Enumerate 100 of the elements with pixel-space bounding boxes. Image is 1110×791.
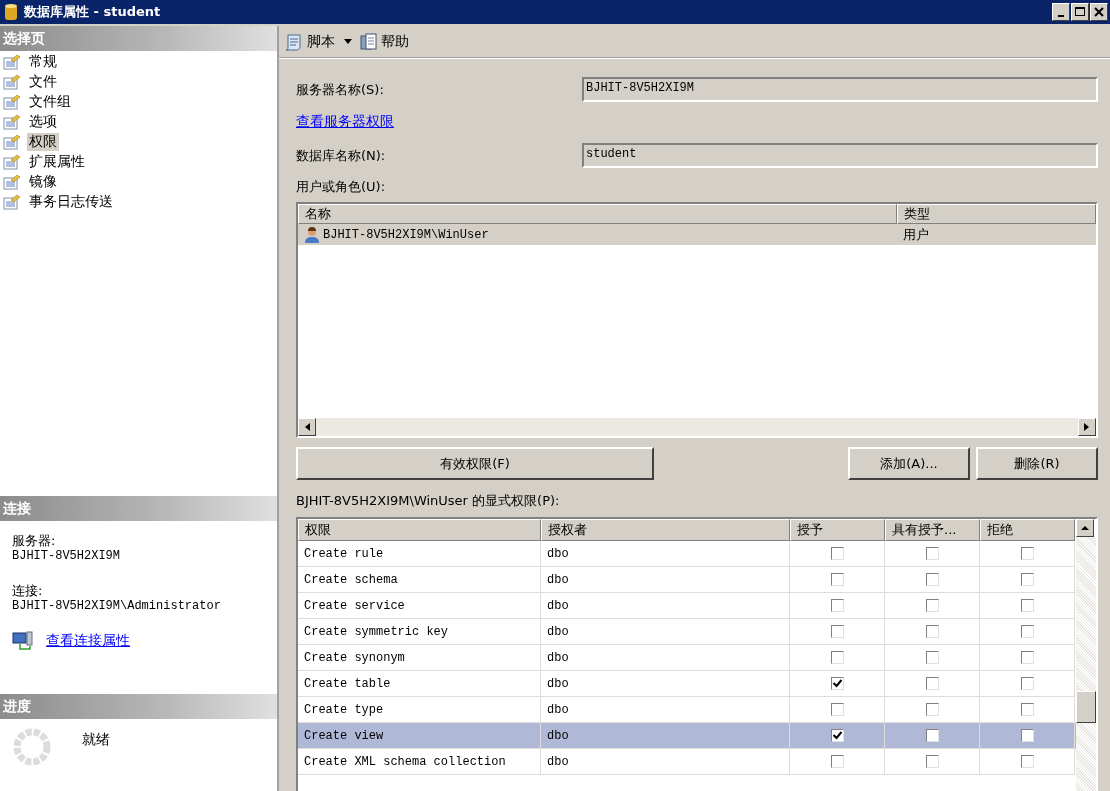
page-icon [3, 154, 21, 170]
sidebar-item[interactable]: 扩展属性 [27, 153, 87, 171]
permission-cell: Create symmetric key [298, 619, 541, 645]
grantor-cell: dbo [541, 619, 790, 645]
close-icon [1094, 7, 1104, 17]
sidebar-item[interactable]: 文件组 [27, 93, 73, 111]
checkbox[interactable] [925, 625, 939, 638]
checkbox[interactable] [830, 573, 844, 586]
grantor-cell: dbo [541, 749, 790, 775]
checkbox[interactable] [1020, 547, 1034, 560]
connection-label: 连接: [12, 583, 43, 599]
page-icon [3, 194, 21, 210]
checkbox[interactable] [925, 599, 939, 612]
spinner-icon [12, 727, 52, 767]
column-header[interactable]: 名称 [298, 204, 897, 224]
close-button[interactable] [1090, 3, 1108, 21]
maximize-button[interactable] [1071, 3, 1089, 21]
column-header[interactable]: 类型 [897, 204, 1096, 224]
up-arrow-icon [1081, 525, 1089, 531]
permission-cell: Create table [298, 671, 541, 697]
column-header[interactable]: 具有授予... [885, 519, 980, 541]
computer-icon [12, 631, 34, 651]
minimize-icon [1058, 14, 1064, 17]
column-header[interactable]: 授予 [790, 519, 885, 541]
database-name-field[interactable]: student [582, 143, 1098, 168]
sidebar-item[interactable]: 权限 [27, 133, 59, 151]
checkbox[interactable] [925, 651, 939, 664]
checkbox[interactable] [830, 625, 844, 638]
sidebar-item[interactable]: 镜像 [27, 173, 59, 191]
checkbox[interactable] [925, 573, 939, 586]
window-title: 数据库属性 - student [24, 3, 161, 21]
section-header: 进度 [0, 694, 277, 719]
checkbox[interactable] [830, 755, 844, 768]
column-header[interactable]: 权限 [298, 519, 541, 541]
sidebar-item[interactable]: 文件 [27, 73, 59, 91]
page-icon [3, 94, 21, 110]
checkbox[interactable] [830, 599, 844, 612]
page-icon [3, 74, 21, 90]
grantor-cell: dbo [541, 567, 790, 593]
page-icon [3, 174, 21, 190]
add-button[interactable]: 添加(A)... [848, 447, 970, 480]
checkbox[interactable] [1020, 755, 1034, 768]
user-row[interactable]: BJHIT-8V5H2XI9M\WinUser 用户 [298, 224, 1096, 245]
horizontal-scrollbar[interactable] [298, 418, 1096, 436]
page-icon [3, 54, 21, 70]
checkbox[interactable] [1020, 651, 1034, 664]
checkbox[interactable] [830, 729, 844, 742]
checkbox[interactable] [925, 729, 939, 742]
column-header[interactable]: 授权者 [541, 519, 790, 541]
sidebar-item[interactable]: 选项 [27, 113, 59, 131]
grantor-cell: dbo [541, 645, 790, 671]
checkbox[interactable] [830, 547, 844, 560]
help-button[interactable]: 帮助 [358, 30, 411, 53]
users-label: 用户或角色(U): [296, 178, 386, 196]
checkbox[interactable] [925, 703, 939, 716]
checkbox[interactable] [925, 755, 939, 768]
document-icon [360, 32, 378, 51]
database-name-label: 数据库名称(N): [296, 146, 387, 165]
checkbox[interactable] [925, 547, 939, 560]
user-icon [304, 226, 320, 243]
server-permissions-link[interactable]: 查看服务器权限 [296, 113, 394, 131]
section-header: 选择页 [0, 26, 277, 51]
grantor-cell: dbo [541, 593, 790, 619]
sidebar-item[interactable]: 事务日志传送 [27, 193, 115, 211]
scroll-icon [284, 32, 304, 51]
page-icon [3, 134, 21, 150]
maximize-icon [1075, 7, 1085, 17]
user-type: 用户 [902, 225, 930, 244]
right-arrow-icon [1084, 423, 1090, 431]
explicit-permissions-label: BJHIT-8V5H2XI9M\WinUser 的显式权限(P): [296, 492, 560, 510]
user-name: BJHIT-8V5H2XI9M\WinUser [323, 227, 489, 242]
checkbox[interactable] [925, 677, 939, 690]
minimize-button[interactable] [1052, 3, 1070, 21]
database-icon [4, 3, 18, 21]
remove-button[interactable]: 删除(R) [976, 447, 1098, 480]
column-header[interactable]: 拒绝 [980, 519, 1075, 541]
checkbox[interactable] [1020, 573, 1034, 586]
left-arrow-icon [304, 423, 310, 431]
effective-permissions-button[interactable]: 有效权限(F) [296, 447, 654, 480]
checkbox[interactable] [830, 703, 844, 716]
checkbox[interactable] [1020, 599, 1034, 612]
grantor-cell: dbo [541, 723, 790, 749]
connection-properties-link[interactable]: 查看连接属性 [46, 632, 130, 650]
permission-cell: Create XML schema collection [298, 749, 541, 775]
sidebar-item[interactable]: 常规 [27, 53, 59, 71]
server-name-field[interactable]: BJHIT-8V5H2XI9M [582, 77, 1098, 102]
checkbox[interactable] [1020, 729, 1034, 742]
permission-cell: Create schema [298, 567, 541, 593]
scrollbar-thumb[interactable] [1076, 691, 1096, 723]
vertical-scrollbar[interactable] [1076, 519, 1096, 791]
server-name-label: 服务器名称(S): [296, 80, 385, 99]
script-button[interactable]: 脚本 [282, 30, 354, 53]
page-icon [3, 114, 21, 130]
checkbox[interactable] [1020, 677, 1034, 690]
checkbox[interactable] [1020, 703, 1034, 716]
checkbox[interactable] [830, 651, 844, 664]
checkbox[interactable] [830, 677, 844, 690]
grantor-cell: dbo [541, 541, 790, 567]
section-header: 连接 [0, 496, 277, 521]
checkbox[interactable] [1020, 625, 1034, 638]
